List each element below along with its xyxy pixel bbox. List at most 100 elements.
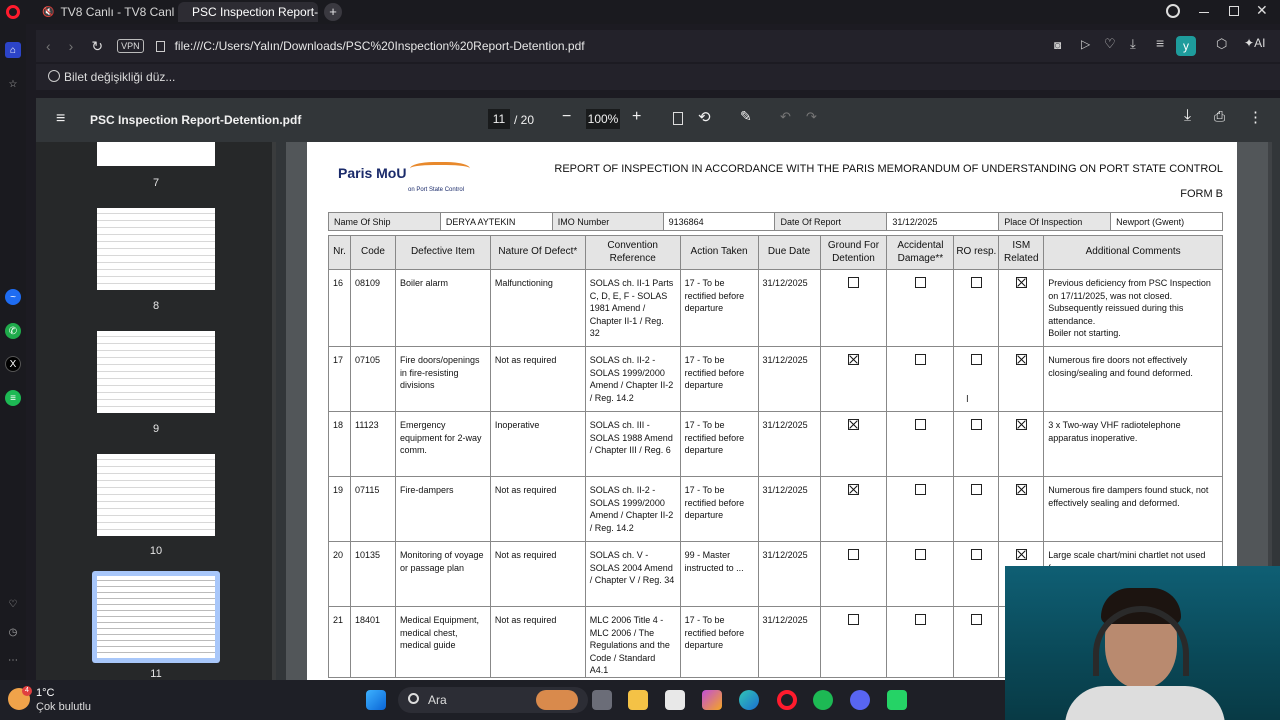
back-icon[interactable]: ‹: [46, 38, 51, 54]
ism-related-cell: [998, 476, 1045, 542]
taskbar-search[interactable]: Ara: [398, 687, 588, 713]
ro-resp-checkbox: [970, 614, 982, 625]
column-header: Nr.: [328, 235, 351, 270]
download-icon[interactable]: ⤓: [1184, 107, 1191, 125]
edge-icon[interactable]: [739, 690, 759, 710]
column-header: RO resp.: [953, 235, 1000, 270]
ro-resp-checkbox: [970, 484, 982, 495]
weather-desc: Çok bulutlu: [36, 701, 92, 713]
thumbnail-page-11[interactable]: [97, 576, 215, 658]
item-cell: Medical Equipment, medical chest, medica…: [394, 606, 491, 678]
zoom-input[interactable]: 100%: [586, 109, 620, 129]
file-explorer-icon[interactable]: [628, 690, 648, 710]
heart-icon[interactable]: ♡: [1104, 36, 1116, 52]
download-icon[interactable]: ⤓: [1130, 36, 1136, 52]
ro-resp-cell: [953, 411, 1000, 477]
zoom-in-icon[interactable]: +: [632, 108, 641, 126]
copilot-icon[interactable]: [702, 690, 722, 710]
nr-cell: 20: [328, 541, 351, 607]
profile-avatar[interactable]: y: [1176, 36, 1196, 56]
thumbnail-scrollbar[interactable]: [272, 142, 276, 680]
tab-pdf[interactable]: PSC Inspection Report-De: [178, 2, 318, 22]
accidental-damage-cell: [886, 476, 955, 542]
code-cell: 07115: [349, 476, 396, 542]
page-total: / 20: [514, 113, 535, 127]
comment-text: Numerous fire doors not effectively clos…: [1048, 355, 1193, 378]
play-icon[interactable]: ▷: [1081, 37, 1090, 51]
store-icon[interactable]: [665, 690, 685, 710]
vpn-badge[interactable]: VPN: [117, 39, 144, 53]
ro-resp-cell: [953, 606, 1000, 678]
table-header-row: Nr. Code Defective Item Nature Of Defect…: [328, 235, 1223, 270]
nature-cell: Not as required: [489, 606, 586, 678]
whatsapp-taskbar-icon[interactable]: [887, 690, 907, 710]
bookmark-item[interactable]: Bilet değişikliği düz...: [64, 70, 175, 84]
accidental-damage-cell: [886, 541, 955, 607]
opera-taskbar-icon[interactable]: [777, 690, 797, 710]
column-header: Nature Of Defect*: [489, 235, 586, 270]
search-icon[interactable]: [1166, 4, 1180, 18]
minimize-icon[interactable]: [1199, 12, 1209, 13]
nr-cell: 19: [328, 476, 351, 542]
action-cell: 17 - To be rectified before departure: [679, 606, 759, 678]
more-options-icon[interactable]: ⋮: [1248, 108, 1263, 126]
discord-icon[interactable]: [850, 690, 870, 710]
mute-icon[interactable]: 🔇: [42, 7, 54, 18]
x-icon[interactable]: X: [5, 356, 21, 372]
print-icon[interactable]: ⎙: [1214, 108, 1225, 125]
opera-logo-icon[interactable]: [6, 5, 20, 19]
home-icon[interactable]: ⌂: [5, 42, 21, 58]
new-tab-button[interactable]: +: [324, 3, 342, 21]
pdf-title: PSC Inspection Report-Detention.pdf: [90, 113, 302, 127]
history-icon[interactable]: ◷: [5, 624, 21, 640]
hamburger-icon[interactable]: ≡: [56, 110, 65, 128]
action-cell: 17 - To be rectified before departure: [679, 476, 759, 542]
thumbnail-number: 8: [152, 300, 160, 312]
ro-resp-checkbox: [970, 354, 982, 365]
comment-cell: 3 x Two-way VHF radiotelephone apparatus…: [1043, 411, 1223, 477]
nature-cell: Malfunctioning: [489, 269, 586, 347]
ism-related-cell: [998, 411, 1045, 477]
redo-icon[interactable]: ↷: [806, 109, 817, 125]
due-date-cell: 31/12/2025: [757, 411, 821, 477]
whatsapp-icon[interactable]: ✆: [5, 323, 21, 339]
thumbnail-page-9[interactable]: [97, 331, 215, 413]
fit-page-icon[interactable]: [673, 112, 683, 125]
cube-icon[interactable]: ⬡: [1216, 36, 1227, 52]
rotate-icon[interactable]: ⟲: [698, 108, 711, 126]
comment-text: 3 x Two-way VHF radiotelephone apparatus…: [1048, 420, 1181, 443]
column-header: Accidental Damage**: [886, 235, 955, 270]
aria-ai-button[interactable]: ✦AI: [1244, 36, 1265, 50]
start-icon[interactable]: [366, 690, 386, 710]
tab-tv8[interactable]: 🔇 TV8 Canlı - TV8 Canlı: [34, 2, 174, 22]
close-icon[interactable]: ✕: [1256, 2, 1268, 19]
accidental-damage-cell: [886, 411, 955, 477]
url-field[interactable]: file:///C:/Users/Yalın/Downloads/PSC%20I…: [175, 39, 585, 53]
action-cell: 17 - To be rectified before departure: [679, 269, 759, 347]
speed-dial-icon[interactable]: ☆: [5, 76, 21, 92]
table-row: 18 11123 Emergency equipment for 2-way com…: [328, 411, 1223, 477]
zoom-out-icon[interactable]: −: [562, 108, 571, 126]
annotate-icon[interactable]: ✎: [740, 108, 752, 125]
thumbnail-page-7[interactable]: [97, 142, 215, 166]
thumbnail-page-10[interactable]: [97, 454, 215, 536]
spotify-icon[interactable]: ≡: [5, 390, 21, 406]
forward-icon[interactable]: ›: [69, 38, 74, 54]
task-view-icon[interactable]: [592, 690, 612, 710]
ground-detention-cell: [819, 606, 888, 678]
heart-icon[interactable]: ♡: [5, 596, 21, 612]
nr-cell: 16: [328, 269, 351, 347]
more-icon[interactable]: ⋯: [5, 652, 21, 668]
menu-icon[interactable]: ≡: [1156, 35, 1164, 51]
maximize-icon[interactable]: [1229, 6, 1239, 16]
action-cell: 99 - Master instructed to ...: [679, 541, 759, 607]
messenger-icon[interactable]: ~: [5, 289, 21, 305]
reload-icon[interactable]: ↻: [91, 38, 103, 55]
camera-icon[interactable]: ◙: [1054, 38, 1061, 52]
undo-icon[interactable]: ↶: [780, 109, 791, 125]
ro-resp-checkbox: [970, 419, 982, 430]
page-number-input[interactable]: 11: [488, 109, 510, 129]
comment-text: Previous deficiency from PSC Inspection …: [1048, 278, 1211, 326]
thumbnail-page-8[interactable]: [97, 208, 215, 290]
spotify-taskbar-icon[interactable]: [813, 690, 833, 710]
